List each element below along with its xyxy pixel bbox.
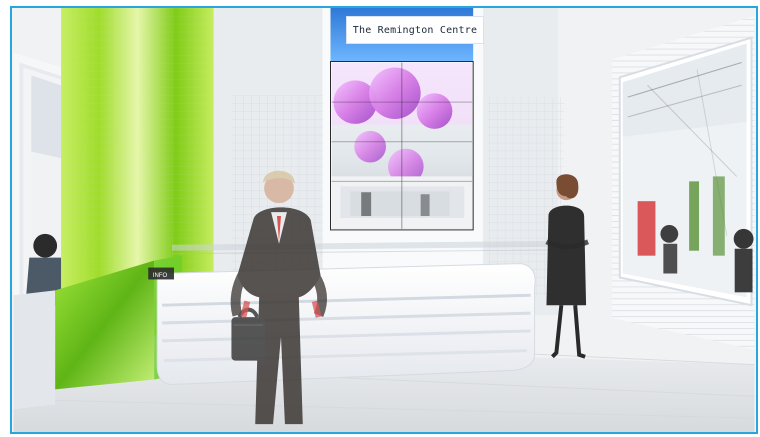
lobby-scene: [13, 8, 755, 432]
image-frame: The Remington Centre INFO: [10, 6, 758, 434]
screen-title: The Remington Centre: [346, 16, 484, 44]
desk-sign: INFO: [152, 273, 168, 279]
